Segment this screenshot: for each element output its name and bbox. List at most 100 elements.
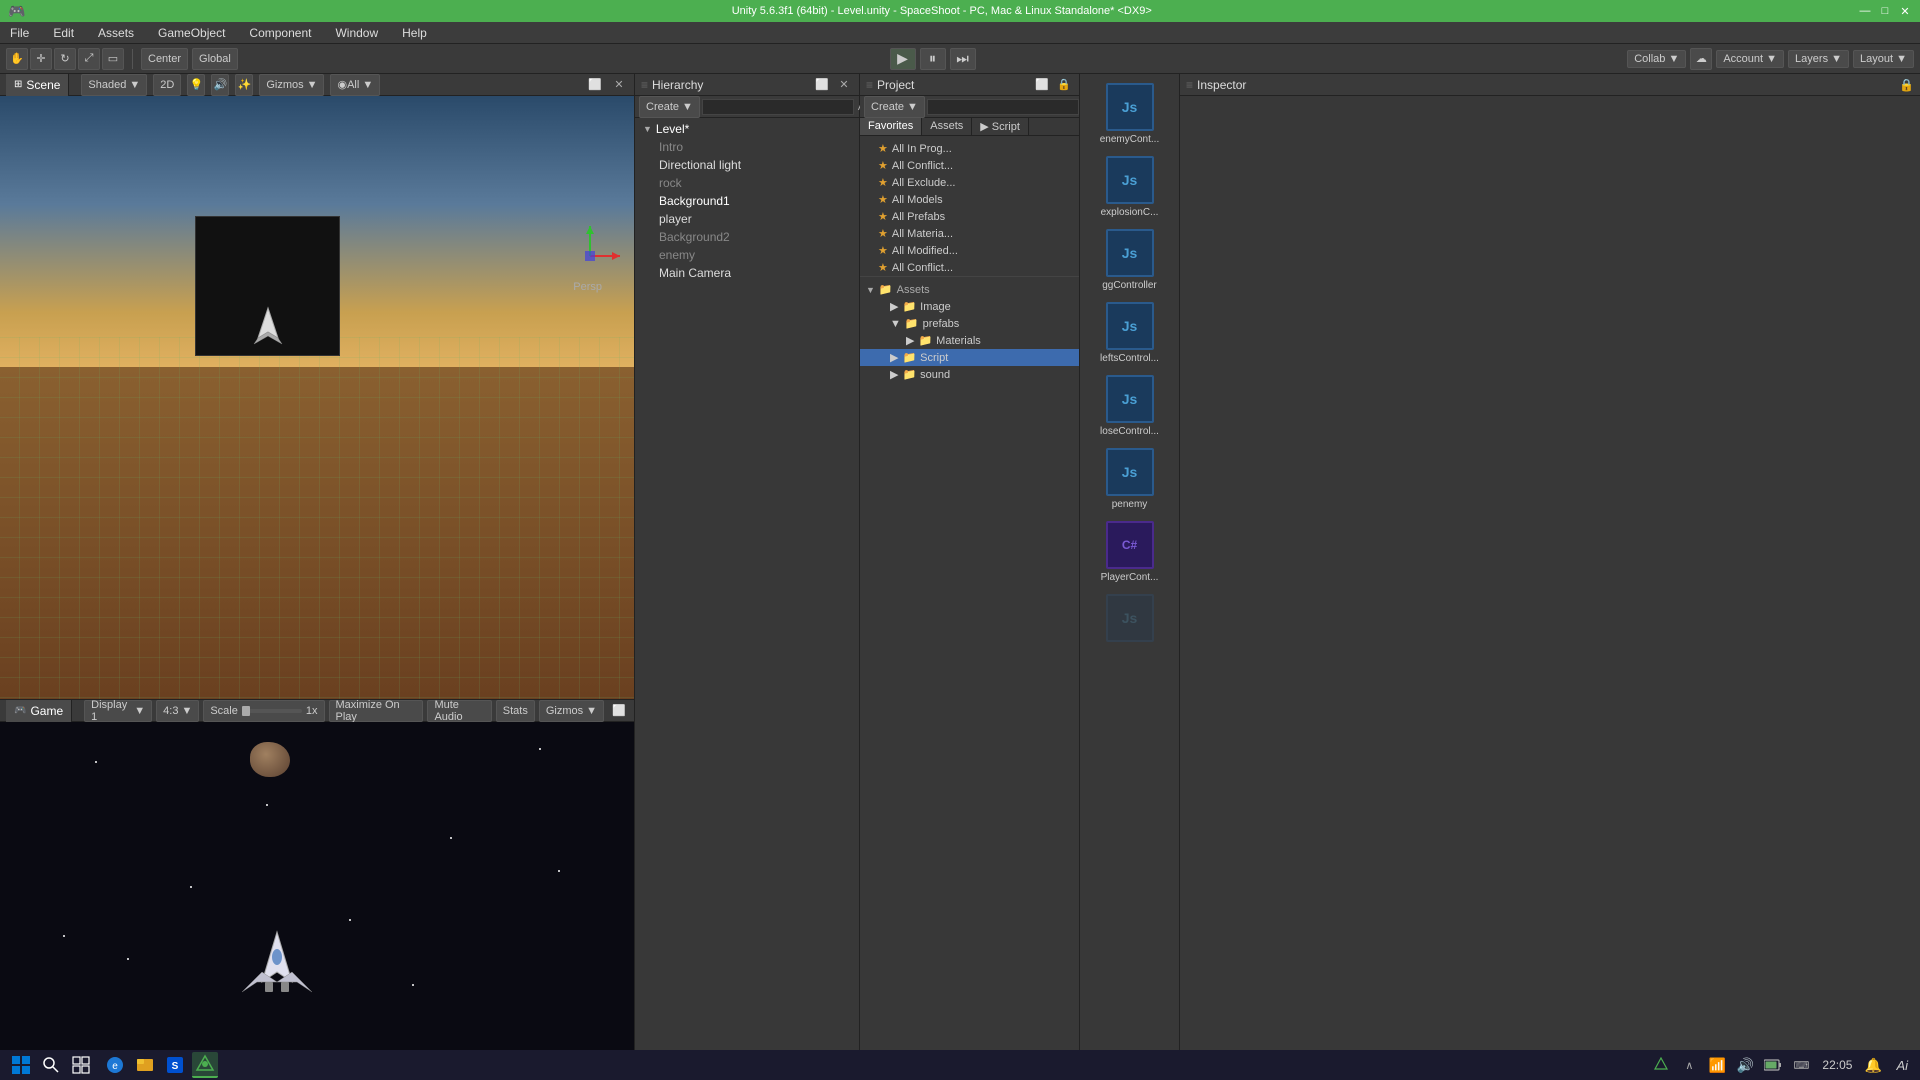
cloud-button[interactable]: ☁: [1690, 48, 1712, 70]
audio-button[interactable]: 🔊: [211, 74, 229, 96]
project-lock[interactable]: 🔒: [1055, 76, 1073, 94]
tray-keyboard[interactable]: ⌨: [1790, 1054, 1812, 1076]
assets-sound-folder[interactable]: ▶ 📁 sound: [860, 366, 1079, 383]
taskbar-unity-button[interactable]: [192, 1052, 218, 1078]
ratio-dropdown[interactable]: 4:3 ▼: [156, 700, 199, 722]
game-gizmos-dropdown[interactable]: Gizmos ▼: [539, 700, 604, 722]
assets-prefabs-folder[interactable]: ▼ 📁 prefabs: [860, 315, 1079, 332]
hierarchy-item-rock[interactable]: rock: [635, 174, 859, 192]
scene-maximize-button[interactable]: ⬜: [586, 76, 604, 94]
start-button[interactable]: [8, 1052, 34, 1078]
search-button[interactable]: [38, 1052, 64, 1078]
fav-all-in-prog[interactable]: ★ All In Prog...: [860, 140, 1079, 157]
ai-label[interactable]: Ai: [1892, 1058, 1912, 1073]
hierarchy-close[interactable]: ✕: [835, 76, 853, 94]
shading-dropdown[interactable]: Shaded ▼: [81, 74, 147, 96]
fav-all-models[interactable]: ★ All Models: [860, 191, 1079, 208]
hierarchy-item-background1[interactable]: Background1: [635, 192, 859, 210]
translate-tool-button[interactable]: ✛: [30, 48, 52, 70]
scene-tab[interactable]: ⊞ Scene: [6, 74, 69, 96]
menu-file[interactable]: File: [4, 24, 35, 42]
menu-help[interactable]: Help: [396, 24, 433, 42]
account-button[interactable]: Account ▼: [1716, 50, 1784, 68]
project-tab-assets[interactable]: Assets: [922, 118, 972, 135]
display-dropdown[interactable]: Display 1 ▼: [84, 700, 152, 722]
tray-network[interactable]: 📶: [1706, 1054, 1728, 1076]
2d-button[interactable]: 2D: [153, 74, 181, 96]
tray-battery[interactable]: [1762, 1054, 1784, 1076]
mute-audio-button[interactable]: Mute Audio: [427, 700, 491, 722]
tray-unity[interactable]: [1650, 1054, 1672, 1076]
project-maximize[interactable]: ⬜: [1033, 76, 1051, 94]
all-dropdown[interactable]: ◉All ▼: [330, 74, 380, 96]
gizmos-dropdown[interactable]: Gizmos ▼: [259, 74, 324, 96]
taskview-button[interactable]: [68, 1052, 94, 1078]
stats-button[interactable]: Stats: [496, 700, 535, 722]
asset-extra[interactable]: Js: [1087, 589, 1173, 649]
collab-button[interactable]: Collab ▼: [1627, 50, 1686, 68]
pivot-global-button[interactable]: Global: [192, 48, 238, 70]
asset-lose-controller[interactable]: Js loseControl...: [1087, 370, 1173, 441]
fav-all-exclude[interactable]: ★ All Exclude...: [860, 174, 1079, 191]
project-tab-script[interactable]: ▶ Script: [972, 118, 1029, 135]
inspector-lock-button[interactable]: 🔒: [1899, 78, 1914, 92]
fav-all-materials[interactable]: ★ All Materia...: [860, 225, 1079, 242]
hierarchy-item-intro[interactable]: Intro: [635, 138, 859, 156]
hierarchy-item-directional-light[interactable]: Directional light: [635, 156, 859, 174]
game-maximize-button[interactable]: ⬜: [610, 702, 628, 720]
hierarchy-maximize[interactable]: ⬜: [813, 76, 831, 94]
taskbar-explorer-button[interactable]: [132, 1052, 158, 1078]
asset-gg-controller[interactable]: Js ggController: [1087, 224, 1173, 295]
minimize-button[interactable]: —: [1858, 4, 1872, 18]
play-button[interactable]: ▶: [890, 48, 916, 70]
layers-button[interactable]: Layers ▼: [1788, 50, 1849, 68]
project-search-input[interactable]: [927, 99, 1079, 115]
project-tab-favorites[interactable]: Favorites: [860, 118, 922, 135]
assets-root[interactable]: ▼ 📁 Assets: [860, 281, 1079, 298]
taskbar-notification[interactable]: 🔔: [1862, 1054, 1884, 1076]
asset-enemy-controller[interactable]: Js enemyCont...: [1087, 78, 1173, 149]
maximize-button[interactable]: □: [1878, 4, 1892, 18]
menu-gameobject[interactable]: GameObject: [152, 24, 231, 42]
hierarchy-item-background2[interactable]: Background2: [635, 228, 859, 246]
pause-button[interactable]: ⏸: [920, 48, 946, 70]
fx-button[interactable]: ✨: [235, 74, 253, 96]
hand-tool-button[interactable]: ✋: [6, 48, 28, 70]
hierarchy-create-dropdown[interactable]: Create ▼: [639, 96, 700, 118]
hierarchy-search-input[interactable]: [702, 99, 854, 115]
menu-component[interactable]: Component: [243, 24, 317, 42]
lights-button[interactable]: 💡: [187, 74, 205, 96]
hierarchy-item-enemy[interactable]: enemy: [635, 246, 859, 264]
menu-edit[interactable]: Edit: [47, 24, 80, 42]
rect-tool-button[interactable]: ▭: [102, 48, 124, 70]
asset-explosion-controller[interactable]: Js explosionC...: [1087, 151, 1173, 222]
fav-all-prefabs[interactable]: ★ All Prefabs: [860, 208, 1079, 225]
menu-window[interactable]: Window: [329, 24, 384, 42]
scale-tool-button[interactable]: ⤢: [78, 48, 100, 70]
game-tab[interactable]: 🎮 Game: [6, 700, 72, 722]
tray-volume[interactable]: 🔊: [1734, 1054, 1756, 1076]
close-button[interactable]: ✕: [1898, 4, 1912, 18]
fav-all-conflict2[interactable]: ★ All Conflict...: [860, 259, 1079, 276]
hierarchy-item-player[interactable]: player: [635, 210, 859, 228]
assets-image-folder[interactable]: ▶ 📁 Image: [860, 298, 1079, 315]
asset-penemy[interactable]: Js penemy: [1087, 443, 1173, 514]
step-button[interactable]: ⏭: [950, 48, 976, 70]
hierarchy-item-main-camera[interactable]: Main Camera: [635, 264, 859, 282]
pivot-center-button[interactable]: Center: [141, 48, 188, 70]
scene-close-button[interactable]: ✕: [610, 76, 628, 94]
layout-button[interactable]: Layout ▼: [1853, 50, 1914, 68]
taskbar-store-button[interactable]: S: [162, 1052, 188, 1078]
menu-assets[interactable]: Assets: [92, 24, 140, 42]
fav-all-modified[interactable]: ★ All Modified...: [860, 242, 1079, 259]
hierarchy-item-level[interactable]: ▼ Level*: [635, 120, 859, 138]
rotate-tool-button[interactable]: ↻: [54, 48, 76, 70]
tray-expand[interactable]: ∧: [1678, 1054, 1700, 1076]
scene-view[interactable]: Persp: [0, 96, 634, 699]
taskbar-ie-button[interactable]: e: [102, 1052, 128, 1078]
asset-player-controller[interactable]: C# PlayerCont...: [1087, 516, 1173, 587]
scale-slider[interactable]: [242, 709, 302, 713]
assets-materials-folder[interactable]: ▶ 📁 Materials: [860, 332, 1079, 349]
asset-lefts-controller[interactable]: Js leftsControl...: [1087, 297, 1173, 368]
fav-all-conflict1[interactable]: ★ All Conflict...: [860, 157, 1079, 174]
